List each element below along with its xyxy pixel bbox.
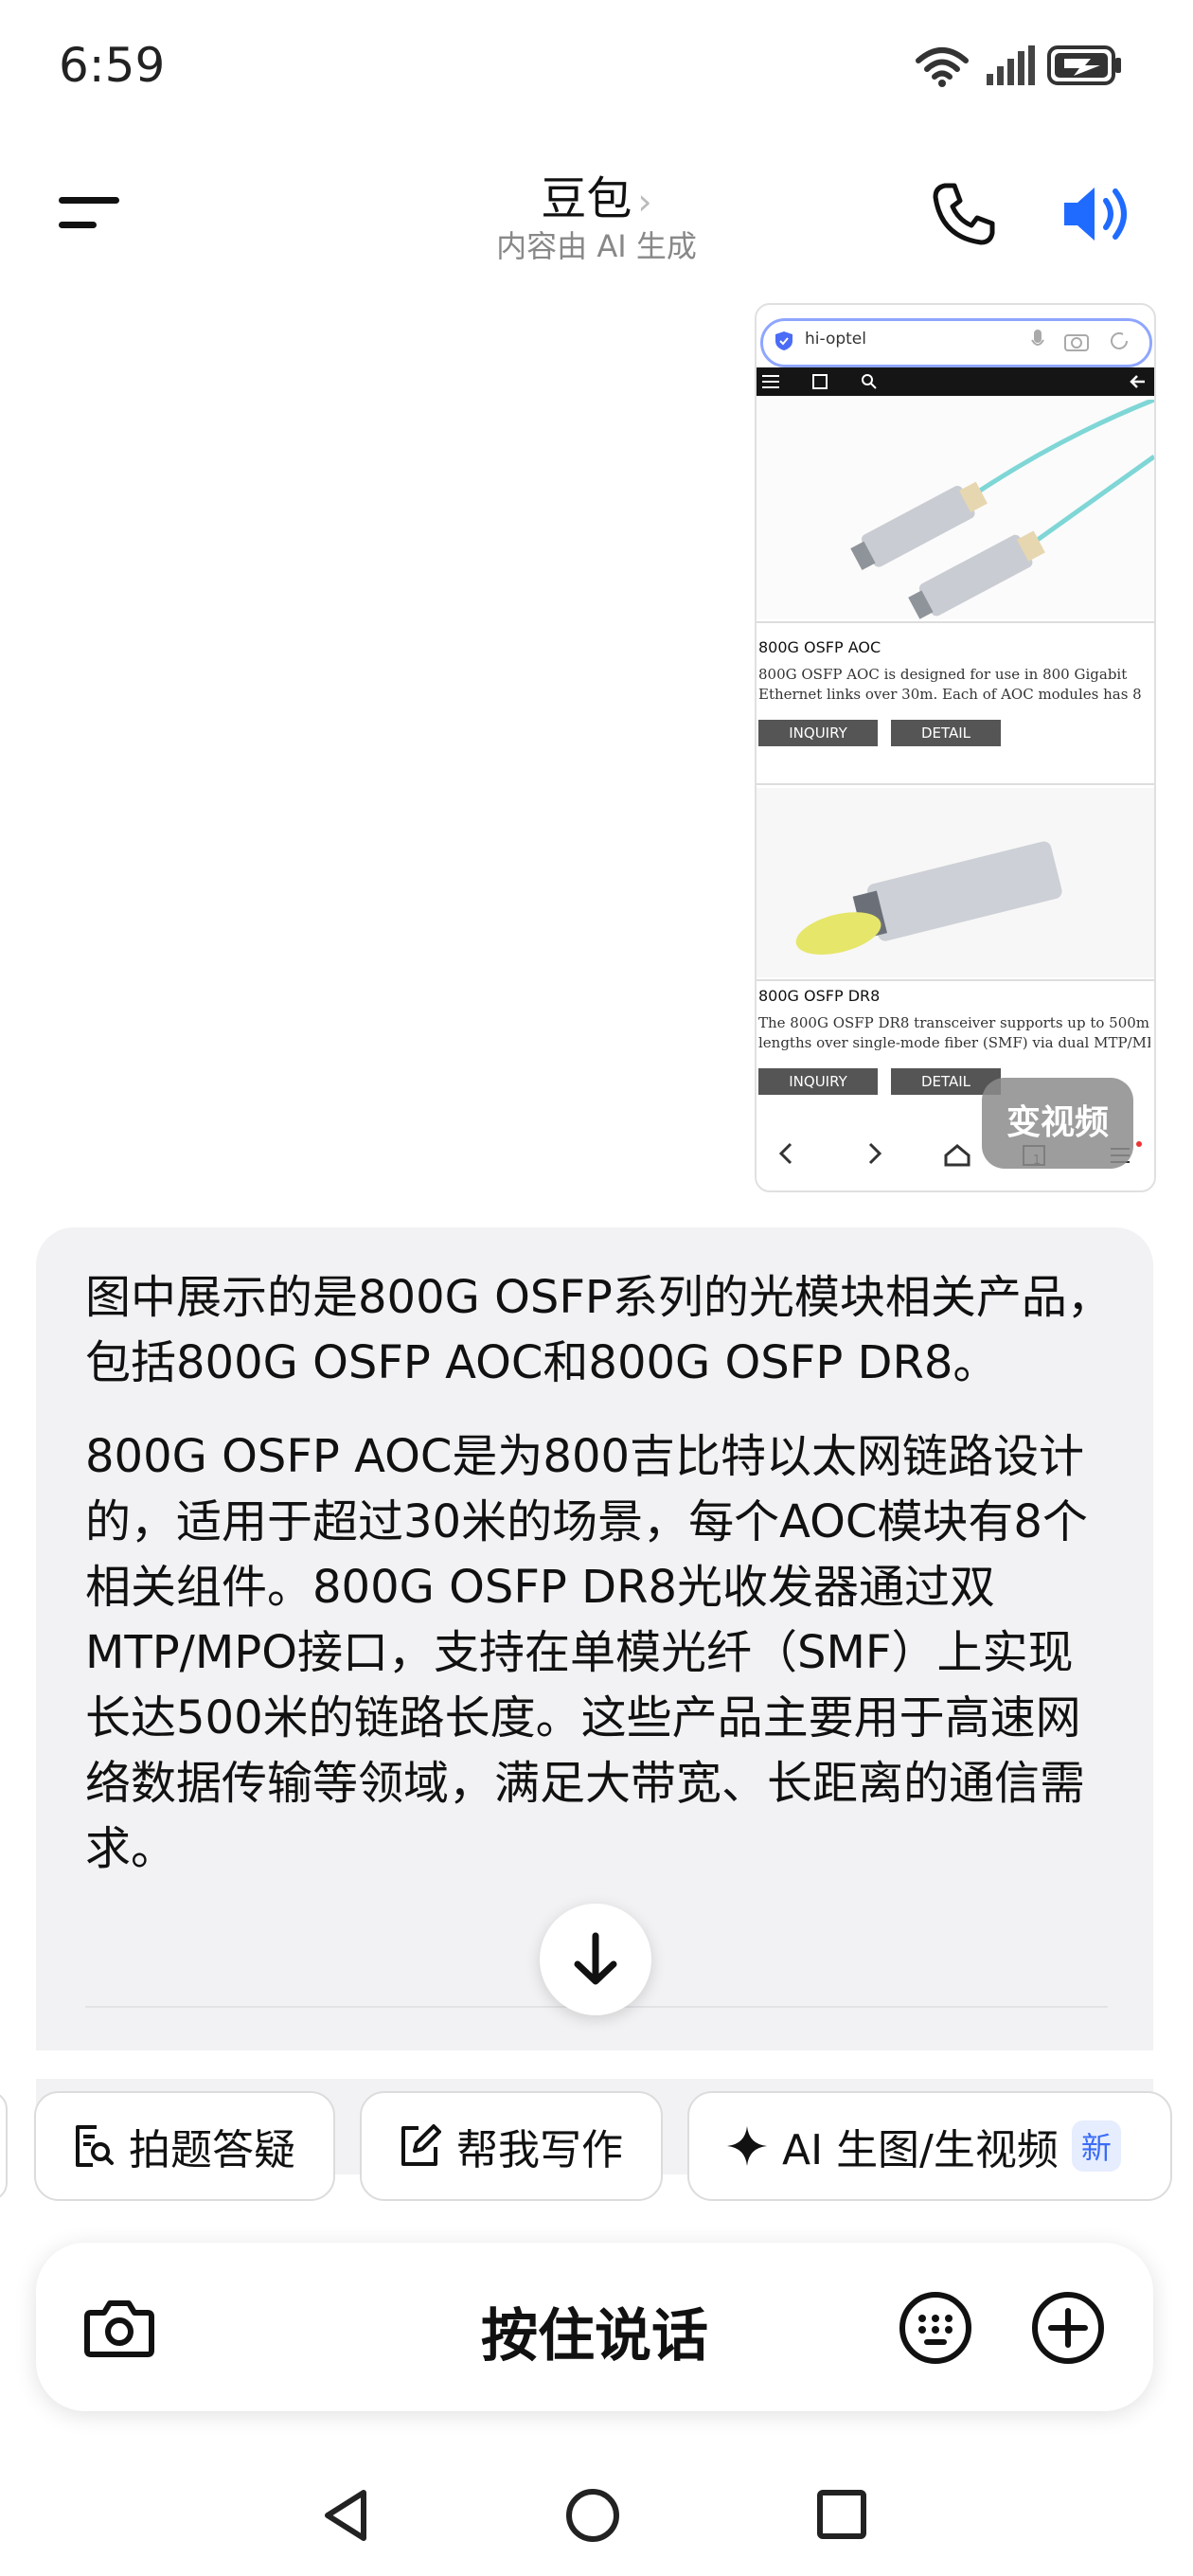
mic-icon xyxy=(1031,330,1044,346)
camera-icon xyxy=(1064,334,1089,351)
new-badge: 新 xyxy=(1071,2120,1121,2172)
mini-url-text: hi-optel xyxy=(805,330,866,349)
chevron-right-icon: › xyxy=(637,181,652,223)
home-icon[interactable] xyxy=(564,2487,621,2544)
dr8-transceiver-image xyxy=(757,788,1154,977)
answer-paragraph: 图中展示的是800G OSFP系列的光模块相关产品，包括800G OSFP AO… xyxy=(85,1271,1113,1389)
answer-bubble: 图中展示的是800G OSFP系列的光模块相关产品，包括800G OSFP AO… xyxy=(36,1227,1153,2174)
scroll-down-button[interactable] xyxy=(540,1904,651,2015)
recents-icon[interactable] xyxy=(816,2489,867,2540)
keyboard-icon[interactable] xyxy=(898,2290,973,2366)
mini-divider xyxy=(757,621,1154,623)
chip-ai-image-video[interactable]: AI 生图/生视频 新 xyxy=(687,2091,1172,2201)
plus-icon[interactable] xyxy=(1030,2290,1106,2366)
ai-generated-notice: 内容由 AI 生成 xyxy=(496,228,697,264)
signal-icon xyxy=(987,45,1035,85)
refresh-icon xyxy=(1111,331,1128,349)
photo-search-icon xyxy=(76,2125,114,2167)
mini-divider xyxy=(757,979,1154,981)
aoc-cable-image xyxy=(757,400,1154,619)
status-time: 6:59 xyxy=(59,38,166,93)
chat-title: 豆包 xyxy=(541,172,632,225)
product-desc-line: lengths over single-mode fiber (SMF) via… xyxy=(758,1034,1150,1051)
mini-url-bar: hi-optel xyxy=(760,318,1152,367)
chip-label: AI 生图/生视频 xyxy=(782,2126,1059,2174)
detail-button: DETAIL xyxy=(891,720,1001,746)
translate-icon xyxy=(812,374,828,389)
arrow-down-icon xyxy=(574,1932,617,1985)
system-nav-bar xyxy=(0,2462,1193,2576)
menu-button[interactable] xyxy=(59,189,125,237)
chip-label: 帮我写作 xyxy=(456,2126,623,2174)
content-fade xyxy=(0,2050,1193,2079)
back-arrow-icon xyxy=(1130,375,1145,388)
battery-icon xyxy=(1047,45,1121,85)
mini-site-navbar xyxy=(757,367,1154,396)
shield-icon xyxy=(775,331,792,350)
uploaded-screenshot[interactable]: hi-optel 800G OSFP AOC 800G OSFP AOC is … xyxy=(755,303,1156,1192)
product-desc-line: The 800G OSFP DR8 transceiver supports u… xyxy=(758,1014,1150,1031)
sparkle-icon xyxy=(727,2126,767,2166)
wifi-icon xyxy=(916,47,969,87)
product-title: 800G OSFP DR8 xyxy=(758,987,881,1005)
inquiry-button: INQUIRY xyxy=(758,720,878,746)
product-desc-line: 800G OSFP AOC is designed for use in 800… xyxy=(758,666,1128,683)
back-icon[interactable] xyxy=(322,2487,369,2544)
chip-label: 拍题答疑 xyxy=(129,2126,295,2174)
chip-partial[interactable] xyxy=(0,2091,8,2201)
search-icon xyxy=(862,374,877,389)
answer-paragraph: 800G OSFP AOC是为800吉比特以太网链路设计的，适用于超过30米的场… xyxy=(85,1430,1088,1875)
inquiry-button: INQUIRY xyxy=(758,1068,878,1095)
answer-text: 图中展示的是800G OSFP系列的光模块相关产品，包括800G OSFP AO… xyxy=(85,1265,1117,1910)
product-desc-line: Ethernet links over 30m. Each of AOC mod… xyxy=(758,686,1142,703)
camera-icon[interactable] xyxy=(83,2294,155,2360)
to-video-button[interactable]: 变视频 xyxy=(982,1078,1133,1169)
hold-to-talk-button[interactable]: 按住说话 xyxy=(320,2290,869,2372)
input-bar: 按住说话 xyxy=(36,2243,1153,2411)
menu-icon xyxy=(762,375,779,388)
product-title: 800G OSFP AOC xyxy=(758,638,881,656)
speaker-icon[interactable] xyxy=(1060,180,1136,248)
chip-write[interactable]: 帮我写作 xyxy=(360,2091,663,2201)
phone-icon[interactable] xyxy=(930,180,998,248)
edit-icon xyxy=(401,2124,441,2166)
chip-photo-qa[interactable]: 拍题答疑 xyxy=(34,2091,335,2201)
mini-divider xyxy=(757,783,1154,785)
header-title-area[interactable]: 豆包 › xyxy=(407,161,786,227)
